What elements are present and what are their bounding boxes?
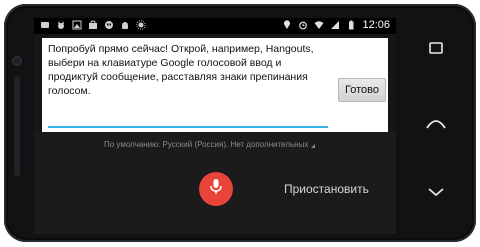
- signal-icon: [330, 20, 340, 30]
- location-icon: [282, 20, 292, 30]
- clock: 12:06: [362, 19, 390, 31]
- status-bar: 12:06: [34, 18, 396, 34]
- screen: 12:06 Попробуй прямо сейчас! Открой, нап…: [34, 18, 396, 234]
- language-selector[interactable]: По умолчанию: Русский (Россия). Нет допо…: [104, 140, 316, 149]
- bag-icon: [88, 20, 98, 30]
- mic-button[interactable]: [199, 172, 233, 206]
- alarm-icon: [298, 20, 308, 30]
- dropdown-corner-icon: [311, 144, 316, 148]
- cat-icon: [56, 20, 66, 30]
- pause-button[interactable]: Приостановить: [284, 182, 369, 196]
- message-text[interactable]: Попробуй прямо сейчас! Открой, например,…: [48, 42, 334, 98]
- mic-icon: [209, 178, 223, 200]
- image-icon: [72, 20, 82, 30]
- home-button[interactable]: [424, 112, 448, 136]
- wifi-icon: [314, 20, 324, 30]
- battery-icon: [346, 20, 356, 30]
- recent-apps-icon: [428, 40, 444, 60]
- back-icon: [427, 183, 445, 202]
- back-button[interactable]: [424, 180, 448, 204]
- brightness-icon: [136, 20, 146, 30]
- speaker-grille: [14, 76, 20, 176]
- home-icon: [425, 115, 447, 134]
- input-underline: [48, 126, 328, 128]
- hangouts-icon: [104, 20, 114, 30]
- android-icon: [120, 20, 130, 30]
- navigation-bar: [406, 34, 466, 214]
- language-label: По умолчанию: Русский (Россия). Нет допо…: [104, 140, 309, 149]
- front-camera: [12, 56, 22, 66]
- voice-input-panel: По умолчанию: Русский (Россия). Нет допо…: [34, 132, 396, 234]
- message-icon: [40, 20, 50, 30]
- phone-frame: 12:06 Попробуй прямо сейчас! Открой, нап…: [4, 4, 476, 242]
- done-button[interactable]: Готово: [338, 78, 386, 102]
- recent-apps-button[interactable]: [424, 38, 448, 62]
- text-input-area[interactable]: Попробуй прямо сейчас! Открой, например,…: [42, 38, 388, 132]
